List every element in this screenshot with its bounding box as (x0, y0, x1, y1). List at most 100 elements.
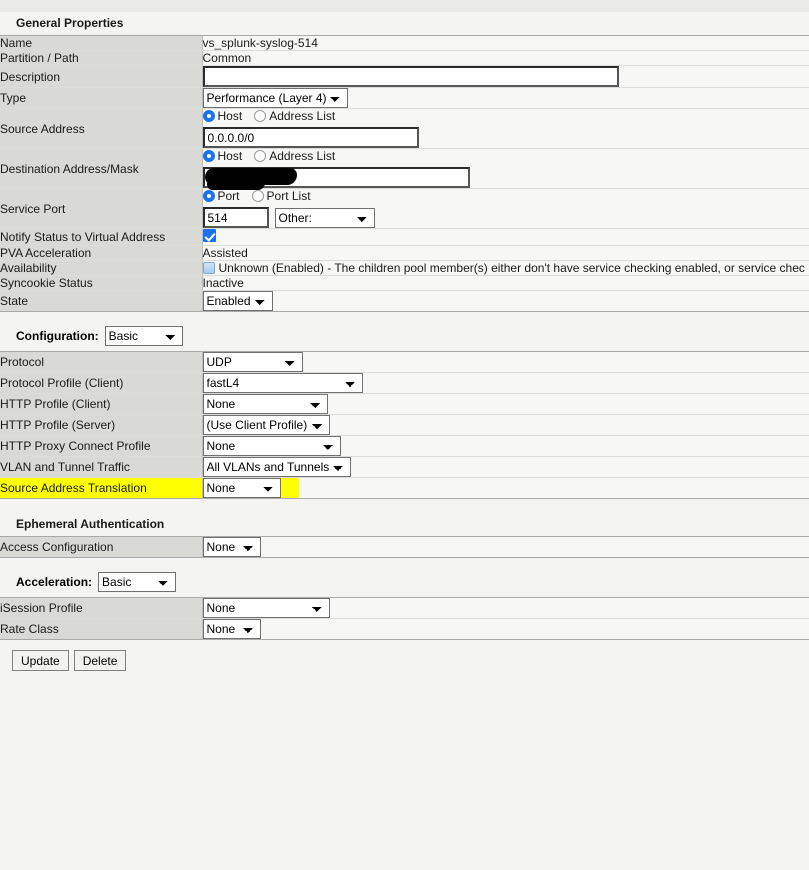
value-http-proxy-connect-profile: None (202, 435, 809, 457)
status-text: Unknown (Enabled) - The children pool me… (218, 261, 805, 275)
row-http-profile-client: HTTP Profile (Client) None (0, 393, 809, 415)
update-button[interactable]: Update (12, 650, 69, 671)
state-select[interactable]: Enabled (202, 291, 273, 311)
row-description: Description (0, 65, 809, 88)
value-syncookie-status: Inactive (202, 275, 809, 291)
spacer-after-configuration (0, 499, 809, 513)
label-access-configuration: Access Configuration (0, 536, 203, 558)
value-type: Performance (Layer 4) (202, 87, 809, 109)
type-select[interactable]: Performance (Layer 4) (202, 88, 348, 108)
row-rate-class: Rate Class None (0, 618, 809, 640)
label-name: Name (0, 35, 203, 51)
row-http-proxy-connect-profile: HTTP Proxy Connect Profile None (0, 435, 809, 457)
label-type: Type (0, 87, 203, 109)
service-port-radio-port-list[interactable] (251, 190, 264, 202)
text-pva-acceleration: Assisted (202, 246, 248, 260)
ephemeral-authentication-table: Access Configuration None (0, 536, 809, 558)
text-partition-path: Common (202, 51, 252, 65)
virtual-server-properties-page: General Properties Name vs_splunk-syslog-… (0, 0, 809, 870)
row-protocol-profile-client: Protocol Profile (Client) fastL4 (0, 372, 809, 394)
source-address-input-wrap (202, 127, 419, 148)
source-address-radio-address-list[interactable] (254, 110, 267, 122)
row-partition-path: Partition / Path Common (0, 50, 809, 66)
source-address-translation-highlight: None (202, 478, 299, 498)
configuration-table: Protocol UDP Protocol Profile (Client) fast… (0, 351, 809, 499)
label-service-port: Service Port (0, 188, 203, 229)
configuration-mode-select[interactable]: Basic (104, 326, 183, 346)
text-syncookie-status: Inactive (202, 276, 244, 290)
isession-profile-select[interactable]: None (202, 598, 330, 618)
acceleration-mode-select[interactable]: Basic (98, 572, 177, 592)
value-name: vs_splunk-syslog-514 (202, 35, 809, 51)
source-address-radio-host[interactable] (202, 110, 215, 122)
acceleration-table: iSession Profile None Rate Class None (0, 597, 809, 640)
notify-status-to-virtual-address-checkbox[interactable] (202, 229, 216, 242)
label-protocol-profile-client: Protocol Profile (Client) (0, 372, 203, 394)
acceleration-label: Acceleration: (16, 575, 93, 589)
row-state: State Enabled (0, 290, 809, 312)
value-access-configuration: None (202, 536, 809, 558)
value-protocol: UDP (202, 351, 809, 373)
http-profile-server-select[interactable]: (Use Client Profile) (202, 415, 330, 435)
value-http-profile-client: None (202, 393, 809, 415)
source-address-radio-label-address-list: Address List (269, 109, 336, 123)
vlan-and-tunnel-traffic-select[interactable]: All VLANs and Tunnels (202, 457, 351, 477)
row-availability: Availability Unknown (Enabled) - The chil… (0, 260, 809, 276)
service-port-input[interactable] (202, 207, 269, 228)
ephemeral-authentication-heading: Ephemeral Authentication (16, 517, 165, 531)
row-service-port: Service Port Port Port List Other: (0, 188, 809, 229)
service-port-type-select[interactable]: Other: (274, 207, 375, 228)
service-port-radio-label-port-list: Port List (266, 189, 311, 203)
value-rate-class: None (202, 618, 809, 640)
label-vlan-and-tunnel-traffic: VLAN and Tunnel Traffic (0, 456, 203, 478)
delete-button[interactable]: Delete (73, 650, 127, 671)
row-protocol: Protocol UDP (0, 351, 809, 373)
label-state: State (0, 290, 203, 312)
service-port-radio-label-port: Port (217, 189, 240, 203)
service-port-radio-group: Port Port List (202, 189, 809, 203)
row-http-profile-server: HTTP Profile (Server) (Use Client Profile… (0, 414, 809, 436)
value-destination-address-mask: Host Address List (202, 148, 809, 190)
row-name: Name vs_splunk-syslog-514 (0, 35, 809, 51)
service-port-radio-port[interactable] (202, 190, 215, 202)
source-address-translation-select[interactable]: None (202, 478, 281, 498)
value-pva-acceleration: Assisted (202, 245, 809, 261)
description-input[interactable] (202, 66, 619, 87)
value-state: Enabled (202, 290, 809, 312)
value-protocol-profile-client: fastL4 (202, 372, 809, 394)
protocol-profile-client-select[interactable]: fastL4 (202, 373, 363, 393)
protocol-select[interactable]: UDP (202, 352, 303, 372)
availability-status-line: Unknown (Enabled) - The children pool me… (202, 261, 809, 275)
status-unknown-icon (202, 262, 215, 274)
row-isession-profile: iSession Profile None (0, 597, 809, 619)
value-isession-profile: None (202, 597, 809, 619)
access-configuration-select[interactable]: None (202, 537, 261, 557)
row-pva-acceleration: PVA Acceleration Assisted (0, 245, 809, 261)
label-http-proxy-connect-profile: HTTP Proxy Connect Profile (0, 435, 203, 457)
row-source-address-translation: Source Address Translation None (0, 477, 809, 499)
label-destination-address-mask: Destination Address/Mask (0, 148, 203, 189)
http-profile-client-select[interactable]: None (202, 394, 328, 414)
source-address-radio-label-host: Host (217, 109, 243, 123)
source-address-radio-group: Host Address List (202, 109, 809, 123)
value-source-address: Host Address List (202, 108, 809, 149)
value-service-port: Port Port List Other: (202, 188, 809, 229)
spacer-after-ephemeral (0, 558, 809, 566)
destination-address-mask-input[interactable] (202, 167, 470, 188)
row-source-address: Source Address Host Address List (0, 108, 809, 149)
form-action-bar: Update Delete (0, 640, 809, 671)
label-protocol: Protocol (0, 351, 203, 373)
rate-class-select[interactable]: None (202, 619, 261, 639)
general-properties-table: Name vs_splunk-syslog-514 Partition / Path… (0, 35, 809, 312)
label-pva-acceleration: PVA Acceleration (0, 245, 203, 261)
value-description (202, 65, 809, 88)
destination-address-mask-radio-address-list[interactable] (254, 150, 267, 162)
label-partition-path: Partition / Path (0, 50, 203, 66)
label-http-profile-server: HTTP Profile (Server) (0, 414, 203, 436)
destination-address-mask-radio-host[interactable] (202, 150, 215, 162)
http-proxy-connect-profile-select[interactable]: None (202, 436, 341, 456)
label-isession-profile: iSession Profile (0, 597, 203, 619)
source-address-input[interactable] (202, 127, 419, 148)
label-availability: Availability (0, 260, 203, 276)
value-availability: Unknown (Enabled) - The children pool me… (202, 260, 809, 276)
